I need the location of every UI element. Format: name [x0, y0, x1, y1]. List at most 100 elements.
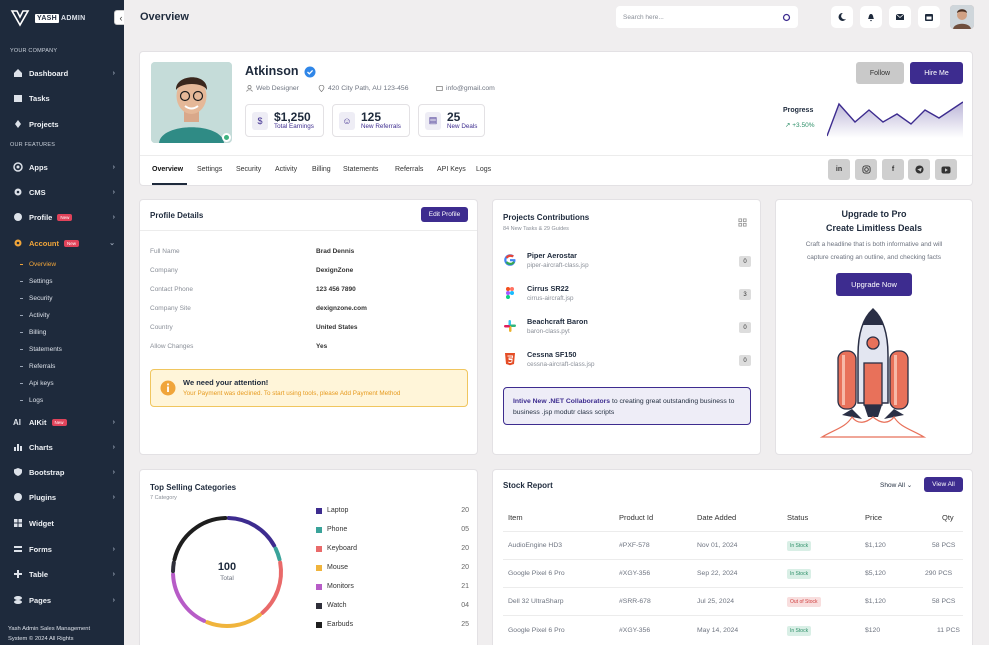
slack-icon — [504, 320, 516, 332]
logo-icon — [10, 10, 30, 27]
legend-swatch — [316, 564, 322, 571]
view-all-button[interactable]: View All — [924, 477, 963, 492]
sidebar-item-account[interactable]: Account New ⌄ — [13, 235, 117, 251]
legend-item: Phone 05 — [316, 526, 469, 533]
tab-overview[interactable]: Overview — [152, 166, 183, 173]
detail-value: DexignZone — [316, 267, 354, 274]
notification-button[interactable] — [860, 6, 882, 28]
sidebar-subitem-activity[interactable]: Activity — [20, 312, 50, 319]
project-name: Beachcraft Baron — [527, 317, 588, 326]
facebook-icon: f — [891, 166, 895, 173]
facebook-button[interactable]: f — [882, 159, 904, 180]
new-badge: New — [64, 239, 80, 247]
sidebar-item-charts[interactable]: Charts › — [13, 439, 117, 455]
linkedin-button[interactable]: in — [828, 159, 850, 180]
upgrade-subtitle: Create Limitless Deals — [825, 223, 923, 233]
sidebar-item-tasks[interactable]: Tasks — [13, 90, 117, 106]
sidebar-item-apps[interactable]: Apps › — [13, 159, 117, 175]
list-item[interactable]: Beachcraft Baron baron-class.pyt 0 — [503, 317, 751, 343]
sidebar-item-aikit[interactable]: AI AIKit New › — [13, 414, 117, 430]
divider — [503, 587, 963, 588]
mail-icon — [436, 86, 443, 91]
legend-item: Mouse 20 — [316, 564, 469, 571]
cell-id: #XGY-356 — [619, 627, 651, 634]
sidebar-item-label: Table — [29, 569, 49, 579]
mail-button[interactable] — [889, 6, 911, 28]
legend-swatch — [316, 545, 322, 552]
youtube-button[interactable] — [935, 159, 957, 180]
sidebar-item-bootstrap[interactable]: Bootstrap › — [13, 464, 117, 480]
tab-referrals[interactable]: Referrals — [395, 166, 423, 173]
hire-me-button[interactable]: Hire Me — [910, 62, 963, 84]
sidebar-item-label: Profile — [29, 212, 53, 222]
sidebar-item-projects[interactable]: Projects — [13, 116, 117, 132]
telegram-button[interactable] — [908, 159, 930, 180]
invite-banner[interactable]: Intive New .NET Collaborators to creatin… — [503, 387, 751, 425]
sidebar-item-label: Tasks — [29, 93, 50, 103]
tab-security[interactable]: Security — [236, 166, 261, 173]
list-item[interactable]: Cirrus SR22 cirrus-aircraft.jsp 3 — [503, 284, 751, 310]
cell-item: Google Pixel 6 Pro — [508, 627, 565, 634]
legend-item: Watch 04 — [316, 602, 469, 609]
status-badge: Out of Stock — [787, 597, 821, 607]
list-item[interactable]: Piper Aerostar piper-aircraft-class.jsp 0 — [503, 251, 751, 277]
sidebar-item-pages[interactable]: Pages › — [13, 592, 117, 608]
sidebar-subitem-referrals[interactable]: Referrals — [20, 363, 55, 370]
chevron-right-icon: › — [112, 188, 115, 196]
dark-mode-button[interactable] — [831, 6, 853, 28]
donut-slice-phone — [273, 546, 282, 562]
sidebar: YASH ADMIN YOUR COMPANY Dashboard › Tasks … — [0, 0, 124, 645]
edit-profile-button[interactable]: Edit Profile — [421, 207, 468, 222]
calendar-button[interactable] — [918, 6, 940, 28]
tab-statements[interactable]: Statements — [343, 166, 378, 173]
cell-id: #SRR-678 — [619, 598, 651, 605]
grid-icon[interactable] — [738, 218, 747, 227]
profile-details-title: Profile Details — [150, 211, 204, 220]
sidebar-item-plugins[interactable]: Plugins › — [13, 489, 117, 505]
detail-value: Brad Dennis — [316, 248, 355, 255]
show-all-dropdown[interactable]: Show All ⌄ — [880, 481, 912, 489]
sidebar-subitem-api-keys[interactable]: Api keys — [20, 380, 54, 387]
form-icon — [14, 546, 22, 552]
list-item[interactable]: Cessna SF150 cessna-aircraft-class.jsp 0 — [503, 350, 751, 376]
column-header: Status — [787, 513, 809, 522]
sidebar-subitem-statements[interactable]: Statements — [20, 346, 62, 353]
invite-link[interactable]: Intive New .NET Collaborators — [513, 398, 610, 405]
sidebar-subitem-security[interactable]: Security — [20, 295, 52, 302]
sidebar-item-dashboard[interactable]: Dashboard › — [13, 65, 117, 81]
info-icon — [160, 380, 176, 396]
legend-swatch — [316, 583, 322, 590]
sidebar-subitem-overview[interactable]: Overview — [20, 261, 56, 268]
sidebar-item-label: Projects — [29, 119, 59, 129]
progress-value-text: +3.50% — [792, 122, 815, 129]
user-avatar[interactable] — [950, 5, 974, 29]
stock-report-title: Stock Report — [503, 481, 553, 490]
status-badge: In Stock — [787, 626, 812, 636]
tab-settings[interactable]: Settings — [197, 166, 222, 173]
sidebar-item-cms[interactable]: CMS › — [13, 184, 117, 200]
logo[interactable]: YASH ADMIN — [10, 9, 85, 27]
tab-logs[interactable]: Logs — [476, 166, 491, 173]
sidebar-item-label: Dashboard — [29, 68, 69, 78]
sidebar-item-forms[interactable]: Forms › — [13, 541, 117, 557]
sidebar-item-profile[interactable]: Profile New › — [13, 209, 117, 225]
sidebar-subitem-logs[interactable]: Logs — [20, 397, 43, 404]
donut-total-value: 100 — [217, 561, 237, 573]
cell-date: Sep 22, 2024 — [697, 570, 738, 577]
project-count: 0 — [739, 322, 751, 333]
sidebar-item-widget[interactable]: Widget — [13, 515, 117, 531]
search-input[interactable]: Search here... — [616, 6, 798, 28]
tab-billing[interactable]: Billing — [312, 166, 331, 173]
upgrade-now-button[interactable]: Upgrade Now — [836, 273, 912, 296]
tab-api-keys[interactable]: API Keys — [437, 166, 466, 173]
chevron-right-icon: › — [112, 493, 115, 501]
instagram-button[interactable] — [855, 159, 877, 180]
stat-deals: ▤ 25 New Deals — [418, 104, 485, 137]
tab-activity[interactable]: Activity — [275, 166, 297, 173]
sidebar-subitem-settings[interactable]: Settings — [20, 278, 53, 285]
sidebar-item-table[interactable]: Table › — [13, 566, 117, 582]
sidebar-subitem-billing[interactable]: Billing — [20, 329, 46, 336]
youtube-icon — [941, 166, 951, 173]
follow-button[interactable]: Follow — [856, 62, 904, 84]
cell-qty: 58 PCS — [932, 542, 956, 549]
